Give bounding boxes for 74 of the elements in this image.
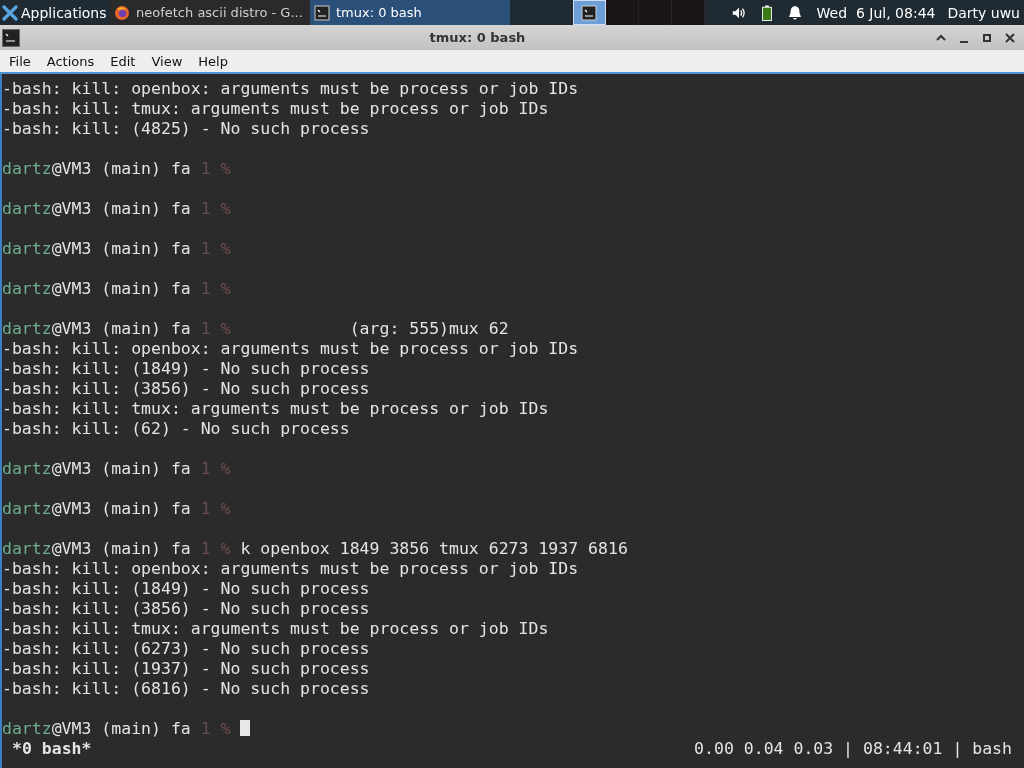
output-line: -bash: kill: openbox: arguments must be process or job IDs <box>2 339 579 358</box>
bell-icon[interactable] <box>786 4 803 21</box>
prompt-user: dartz <box>2 719 52 738</box>
terminal-icon <box>581 4 598 21</box>
prompt-sign: % <box>220 159 231 178</box>
output-line: -bash: kill: (6273) - No such process <box>2 639 370 658</box>
exit-status: 1 <box>200 159 211 178</box>
output-line: -bash: kill: (62) - No such process <box>2 419 350 438</box>
close-button[interactable] <box>1004 31 1016 44</box>
prompt-sign: % <box>220 539 231 558</box>
user-name[interactable]: Darty uwu <box>947 4 1020 21</box>
exit-status: 1 <box>200 319 211 338</box>
maximize-button[interactable] <box>981 31 993 44</box>
prompt-sign: % <box>220 239 231 258</box>
prompt-user: dartz <box>2 459 52 478</box>
output-line: -bash: kill: openbox: arguments must be process or job IDs <box>2 79 579 98</box>
output-line: -bash: kill: (3856) - No such process <box>2 599 370 618</box>
prompt-host: @VM3 (main) fa <box>51 459 191 478</box>
tmux-window-tab[interactable]: *0 bash* <box>12 739 92 759</box>
prompt-host: @VM3 (main) fa <box>51 279 191 298</box>
output-line: -bash: kill: (1937) - No such process <box>2 659 370 678</box>
menu-item[interactable]: Help <box>191 53 235 69</box>
output-line: -bash: kill: (3856) - No such process <box>2 379 370 398</box>
menu-item[interactable]: File <box>2 53 38 69</box>
prompt-user: dartz <box>2 319 52 338</box>
command-text: (arg: 555)mux 62 <box>348 319 509 338</box>
output-line: -bash: kill: (1849) - No such process <box>2 359 370 378</box>
prompt-user: dartz <box>2 239 52 258</box>
prompt-host: @VM3 (main) fa <box>51 499 191 518</box>
menu-item[interactable]: Actions <box>39 53 102 69</box>
output-line: -bash: kill: (1849) - No such process <box>2 579 370 598</box>
prompt-user: dartz <box>2 539 52 558</box>
prompt-host: @VM3 (main) fa <box>51 319 191 338</box>
menu-item[interactable]: View <box>144 53 190 69</box>
prompt-host: @VM3 (main) fa <box>51 239 191 258</box>
output-line: -bash: kill: openbox: arguments must be process or job IDs <box>2 559 579 578</box>
prompt-host: @VM3 (main) fa <box>51 539 191 558</box>
prompt-host: @VM3 (main) fa <box>51 159 191 178</box>
prompt-sign: % <box>220 459 231 478</box>
output-line: -bash: kill: tmux: arguments must be process or job IDs <box>2 399 549 418</box>
command-text: k openbox 1849 3856 tmux 6273 1937 6816 <box>240 539 628 558</box>
exit-status: 1 <box>200 499 211 518</box>
clock[interactable]: Wed 6 Jul, 08:44 <box>816 4 936 21</box>
prompt-sign: % <box>220 719 231 738</box>
taskbar-task-button[interactable]: neofetch ascii distro - G... <box>110 0 310 25</box>
workspace-button[interactable] <box>605 0 639 25</box>
taskbar-task-button[interactable]: tmux: 0 bash <box>310 0 510 25</box>
prompt-user: dartz <box>2 279 52 298</box>
output-line: -bash: kill: tmux: arguments must be process or job IDs <box>2 619 549 638</box>
exit-status: 1 <box>200 239 211 258</box>
exit-status: 1 <box>200 199 211 218</box>
window-title: tmux: 0 bash <box>428 30 527 45</box>
exit-status: 1 <box>200 279 211 298</box>
x-logo-icon <box>2 4 18 21</box>
exit-status: 1 <box>200 459 211 478</box>
exit-status: 1 <box>200 539 211 558</box>
output-line: -bash: kill: (4825) - No such process <box>2 119 370 138</box>
status-info: 0.00 0.04 0.03 | 08:44:01 | bash <box>694 739 1012 759</box>
terminal-icon <box>2 28 20 47</box>
menu-item[interactable]: Edit <box>103 53 143 69</box>
prompt-user: dartz <box>2 499 52 518</box>
output-line: -bash: kill: (6816) - No such process <box>2 679 370 698</box>
prompt-host: @VM3 (main) fa <box>51 719 191 738</box>
output-line: -bash: kill: tmux: arguments must be process or job IDs <box>2 99 549 118</box>
globe-icon <box>114 4 130 21</box>
prompt-sign: % <box>220 199 231 218</box>
prompt-user: dartz <box>2 199 52 218</box>
exit-status: 1 <box>200 719 211 738</box>
prompt-sign: % <box>220 319 231 338</box>
prompt-host: @VM3 (main) fa <box>51 199 191 218</box>
prompt-sign: % <box>220 499 231 518</box>
terminal-icon <box>314 4 330 21</box>
prompt-sign: % <box>220 279 231 298</box>
prompt-user: dartz <box>2 159 52 178</box>
